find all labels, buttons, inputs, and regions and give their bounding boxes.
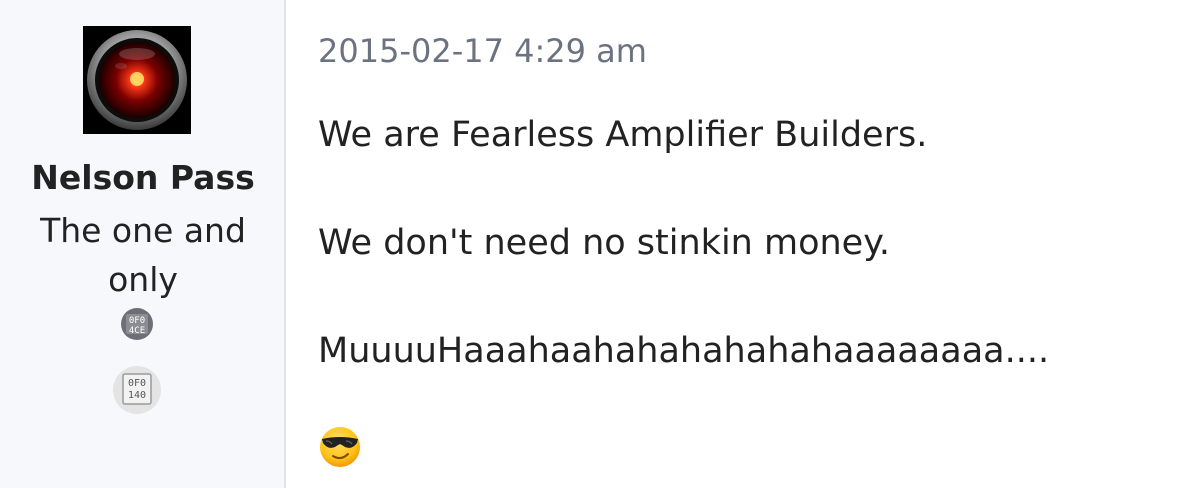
user-info-panel: Nelson Pass The one and only 0F0 4CE 0F0… <box>0 0 286 488</box>
user-title: The one and only <box>40 211 246 299</box>
svg-text:0F0: 0F0 <box>128 378 146 389</box>
svg-text:0F0: 0F0 <box>129 316 145 326</box>
svg-text:4CE: 4CE <box>129 326 145 336</box>
smiling-face-with-sunglasses-icon <box>318 425 362 469</box>
post-timestamp[interactable]: 2015-02-17 4:29 am <box>318 32 647 70</box>
rank-badge-alt-icon: 0F0 140 <box>113 366 161 414</box>
forum-post: Nelson Pass The one and only 0F0 4CE 0F0… <box>0 0 1202 488</box>
svg-text:140: 140 <box>128 390 146 401</box>
username[interactable]: Nelson Pass <box>0 158 286 198</box>
hal-9000-eye-icon[interactable] <box>83 26 191 134</box>
post-message: We are Fearless Amplifier Builders. We d… <box>318 108 1049 432</box>
message-paragraph: MuuuuHaaahaahahahahahahaaaaaaaa.... <box>318 331 1050 371</box>
post-content: 2015-02-17 4:29 am We are Fearless Ampli… <box>286 0 1202 488</box>
rank-badge-icon: 0F0 4CE <box>120 307 154 341</box>
message-paragraph: We don't need no stinkin money. <box>318 223 891 263</box>
message-paragraph: We are Fearless Amplifier Builders. <box>318 115 928 155</box>
